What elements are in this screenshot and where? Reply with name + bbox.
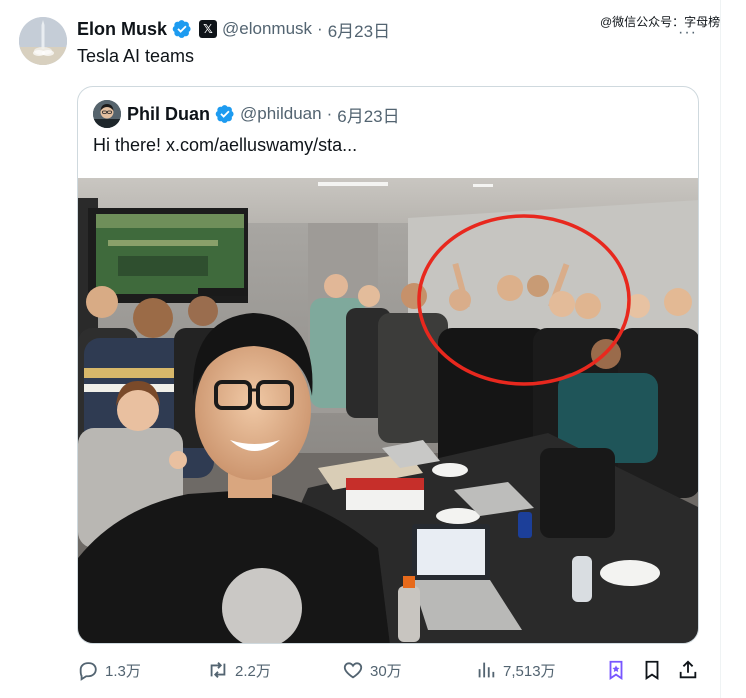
- tweet-date[interactable]: 6月23日: [328, 17, 390, 42]
- bookmark-sparkle-icon: [609, 660, 623, 680]
- repost-count: 2.2万: [235, 662, 271, 680]
- quoted-tweet-date[interactable]: 6月23日: [337, 102, 399, 127]
- views-button[interactable]: 7,513万: [475, 655, 556, 685]
- quoted-author-handle[interactable]: @philduan: [240, 104, 322, 124]
- view-count: 7,513万: [503, 662, 556, 680]
- quoted-tweet-header: Phil Duan @philduan · 6月23日: [127, 102, 400, 126]
- reply-count: 1.3万: [105, 662, 141, 680]
- tweet-text: Tesla AI teams: [77, 46, 195, 66]
- verified-badge-icon: [172, 20, 191, 38]
- repost-icon: [210, 662, 226, 678]
- column-divider: [720, 0, 721, 698]
- bookmark-icon: [645, 660, 659, 680]
- quoted-author-avatar[interactable]: [93, 100, 121, 128]
- author-avatar[interactable]: [19, 17, 67, 65]
- quoted-verified-badge-icon: [215, 105, 234, 123]
- heart-icon: [343, 662, 363, 679]
- like-count: 30万: [370, 662, 402, 680]
- tweet-actions: 1.3万 2.2万 30万 7,513万: [77, 655, 699, 685]
- bookmark-button[interactable]: [641, 655, 663, 685]
- share-icon: [679, 660, 697, 679]
- quoted-tweet[interactable]: Phil Duan @philduan · 6月23日 Hi there! x.…: [77, 86, 699, 644]
- tweet-header: Elon Musk 𝕏 @elonmusk · 6月23日: [77, 17, 390, 41]
- reply-button[interactable]: 1.3万: [77, 655, 141, 685]
- more-options-icon[interactable]: ···: [678, 24, 697, 42]
- grok-bookmark-button[interactable]: [605, 655, 627, 685]
- reply-icon: [79, 662, 97, 681]
- watermark: @微信公众号：字母榜: [600, 15, 721, 29]
- separator-dot: ·: [317, 19, 323, 38]
- views-chart-icon: [478, 662, 495, 678]
- tweet[interactable]: Elon Musk 𝕏 @elonmusk · 6月23日 @微信公众号：字母榜…: [0, 0, 746, 698]
- quoted-author-name[interactable]: Phil Duan: [127, 104, 210, 125]
- like-button[interactable]: 30万: [342, 655, 402, 685]
- quoted-separator-dot: ·: [326, 104, 333, 123]
- author-handle[interactable]: @elonmusk: [222, 19, 312, 39]
- author-name[interactable]: Elon Musk: [77, 19, 167, 40]
- share-button[interactable]: [677, 655, 699, 685]
- repost-button[interactable]: 2.2万: [207, 655, 271, 685]
- team-group-photo[interactable]: [78, 178, 698, 643]
- quoted-tweet-text[interactable]: Hi there! x.com/aelluswamy/sta...: [93, 135, 357, 156]
- x-affiliate-icon: 𝕏: [199, 20, 218, 38]
